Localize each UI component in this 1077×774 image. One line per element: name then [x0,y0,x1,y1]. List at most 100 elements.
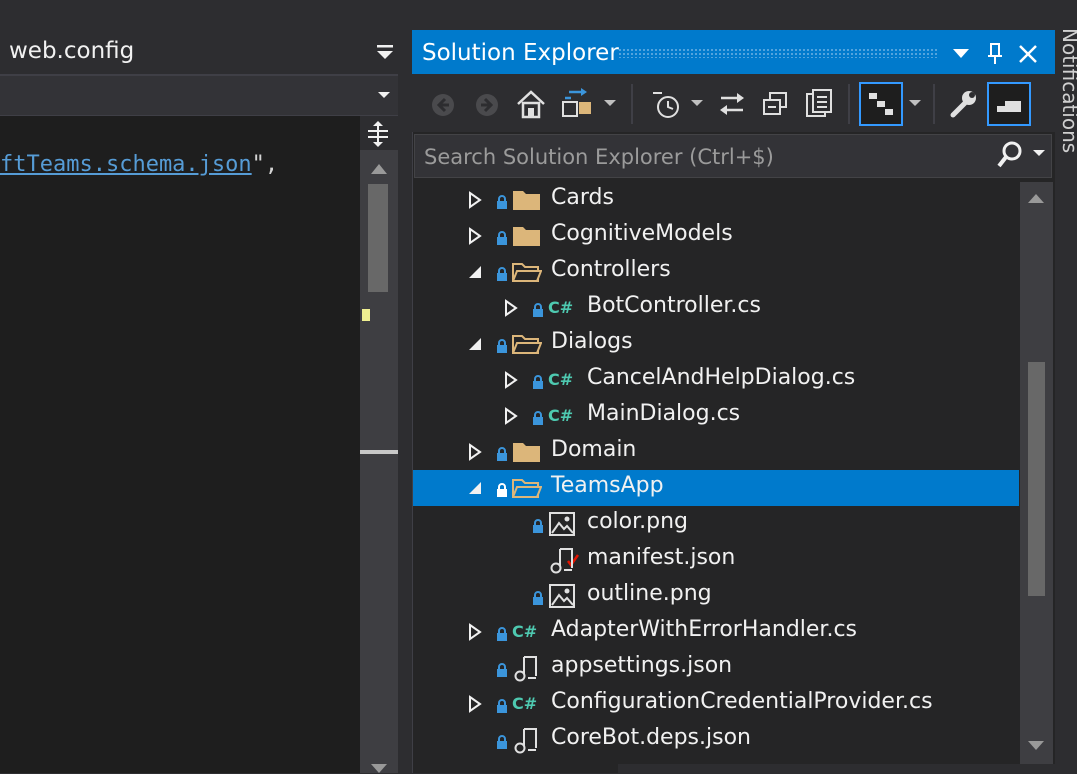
scrollbar-change-marker [362,309,370,321]
preview-selected-items-button[interactable] [859,82,903,126]
window-position-dropdown-icon[interactable] [951,46,971,60]
editor-navigation-bar[interactable] [0,74,400,116]
editor-scrollbar-thumb[interactable] [368,184,388,292]
switch-views-dropdown-icon[interactable] [603,98,617,108]
scroll-down-icon[interactable] [1026,738,1046,754]
folder-open-icon [512,479,542,498]
notifications-side-tab[interactable]: Notifications [1058,28,1077,153]
collapse-all-icon[interactable] [760,90,790,118]
lock-icon [497,339,507,353]
code-link[interactable]: ftTeams.schema.json [0,152,252,177]
preview-selected-items-icon [869,93,893,115]
tree-item-label: Cards [551,185,614,210]
lock-icon [497,447,507,461]
search-options-dropdown-icon[interactable] [1032,148,1046,158]
show-all-files-icon[interactable] [803,88,835,120]
lock-icon [533,375,543,389]
csharp-file-icon: C# [548,406,573,425]
editor-tab-title[interactable]: web.config [9,38,134,64]
dock-bottom-icon [997,101,1021,112]
expanded-arrow-icon [469,482,481,494]
split-editor-icon[interactable] [362,118,394,150]
scrollbar-caret-marker [360,450,398,454]
sync-with-active-document-icon[interactable] [717,90,747,118]
pending-changes-filter-icon[interactable] [650,88,684,120]
collapsed-arrow-icon [469,443,482,461]
tree-item-label: manifest.json [587,545,736,570]
close-icon[interactable] [1017,43,1039,65]
lock-icon [497,735,507,749]
svg-text:C#: C# [512,622,537,641]
forward-icon[interactable] [474,92,500,118]
tree-item[interactable]: Domain [413,434,1019,470]
search-icon[interactable] [996,140,1024,170]
tree-item-label: AdapterWithErrorHandler.cs [551,617,858,642]
search-input[interactable] [422,141,986,173]
lock-icon [497,267,507,281]
properties-wrench-icon[interactable] [947,88,979,120]
lock-icon [497,699,507,713]
tree-item[interactable]: manifest.json [413,542,1019,578]
tree-item-label: Controllers [551,257,671,282]
solution-tree[interactable]: Cards CognitiveModels Controllers C# BotCont… [413,182,1019,773]
folder-icon [513,191,540,210]
tree-item-label: MainDialog.cs [587,401,741,426]
image-file-icon [549,584,575,608]
scroll-up-icon[interactable] [1026,190,1046,206]
home-icon[interactable] [515,88,547,120]
chevron-down-icon[interactable] [376,89,392,101]
json-file-icon [550,548,573,574]
code-editor[interactable] [0,116,360,773]
preview-dropdown-icon[interactable] [908,98,922,108]
tree-item[interactable]: C# MainDialog.cs [413,398,1019,434]
tree-item[interactable]: C# ConfigurationCredentialProvider.cs [413,686,1019,722]
collapsed-arrow-icon [469,695,482,713]
lock-icon [497,627,507,641]
lock-icon [497,231,507,245]
tree-item-label: appsettings.json [551,653,733,678]
svg-text:C#: C# [548,406,573,425]
svg-text:C#: C# [512,694,537,713]
scroll-up-icon[interactable] [369,160,389,176]
scroll-down-icon[interactable] [369,762,389,774]
json-file-icon [514,728,537,754]
tree-item[interactable]: color.png [413,506,1019,542]
back-icon[interactable] [430,92,456,118]
tree-item-label: ConfigurationCredentialProvider.cs [551,689,933,714]
tree-item-label: outline.png [587,581,712,606]
collapsed-arrow-icon [469,191,482,209]
titlebar-grip[interactable] [618,48,938,58]
csharp-file-icon: C# [512,622,537,641]
tree-item-label: CoreBot.deps.json [551,725,751,750]
lock-icon [533,411,543,425]
tree-item[interactable]: Dialogs [413,326,1019,362]
lock-icon [497,663,507,677]
folder-icon [513,227,540,246]
tree-item[interactable]: C# BotController.cs [413,290,1019,326]
folder-open-icon [512,263,542,282]
tree-item[interactable]: CognitiveModels [413,218,1019,254]
lock-icon [497,195,507,209]
tree-item[interactable]: Controllers [413,254,1019,290]
tree-item-label: TeamsApp [551,473,664,498]
bottom-edge [618,764,1055,773]
tree-item[interactable]: appsettings.json [413,650,1019,686]
panel-splitter[interactable] [398,0,412,773]
pin-icon[interactable] [985,42,1005,66]
tree-item[interactable]: C# AdapterWithErrorHandler.cs [413,614,1019,650]
tree-item[interactable]: outline.png [413,578,1019,614]
tree-item[interactable]: TeamsApp [413,470,1019,506]
tree-item[interactable]: Cards [413,182,1019,218]
expanded-arrow-icon [469,266,481,278]
tree-item[interactable]: CoreBot.deps.json [413,722,1019,758]
tree-item[interactable]: C# CancelAndHelpDialog.cs [413,362,1019,398]
switch-views-icon[interactable] [561,88,595,120]
folder-open-icon [512,335,542,354]
tree-scrollbar-thumb[interactable] [1028,362,1045,596]
preview-pane-toggle-button[interactable] [987,82,1031,126]
lock-icon [533,519,543,533]
filter-dropdown-icon[interactable] [690,98,704,108]
folder-icon [513,443,540,462]
tab-overflow-dropdown-icon[interactable] [374,42,396,64]
tree-item-label: color.png [587,509,689,534]
